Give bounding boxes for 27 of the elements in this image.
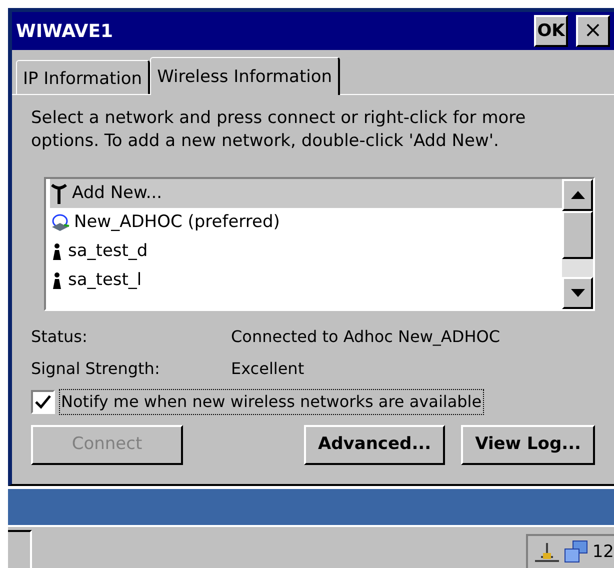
- dialog-button[interactable]: View Log...: [461, 425, 595, 465]
- network-icon: [534, 541, 560, 563]
- start-button[interactable]: [8, 530, 32, 568]
- dialog-button[interactable]: Advanced...: [304, 425, 446, 465]
- scrollbar[interactable]: [562, 179, 593, 309]
- status-value: Connected to Adhoc New_ADHOC: [231, 326, 500, 348]
- window-title: WIWAVE1: [16, 20, 114, 44]
- up-arrow-icon: [570, 191, 584, 199]
- status-label: Signal Strength:: [31, 358, 161, 380]
- notify-checkbox[interactable]: [31, 390, 55, 414]
- network-item[interactable]: Add New...: [50, 179, 562, 208]
- tab[interactable]: IP Information: [16, 60, 150, 94]
- close-button[interactable]: ×: [576, 15, 610, 47]
- status-label: Status:: [31, 326, 88, 348]
- scroll-thumb[interactable]: [562, 211, 593, 259]
- clock-text: 12: [592, 544, 614, 560]
- tab[interactable]: Wireless Information: [150, 57, 340, 95]
- checkbox-label: Notify me when new wireless networks are available: [59, 389, 484, 415]
- scroll-down-button[interactable]: [562, 277, 593, 309]
- instructions-text: Select a network and press connect or right-click for more options. To add a new network, double-click 'Add New'.: [31, 107, 527, 153]
- check-icon: [35, 395, 51, 409]
- status-value: Excellent: [231, 358, 304, 380]
- scroll-up-button[interactable]: [562, 179, 593, 211]
- antenna-icon: [50, 182, 68, 204]
- computers-icon: [564, 540, 588, 564]
- ok-button[interactable]: OK: [534, 15, 568, 47]
- down-arrow-icon: [570, 289, 584, 297]
